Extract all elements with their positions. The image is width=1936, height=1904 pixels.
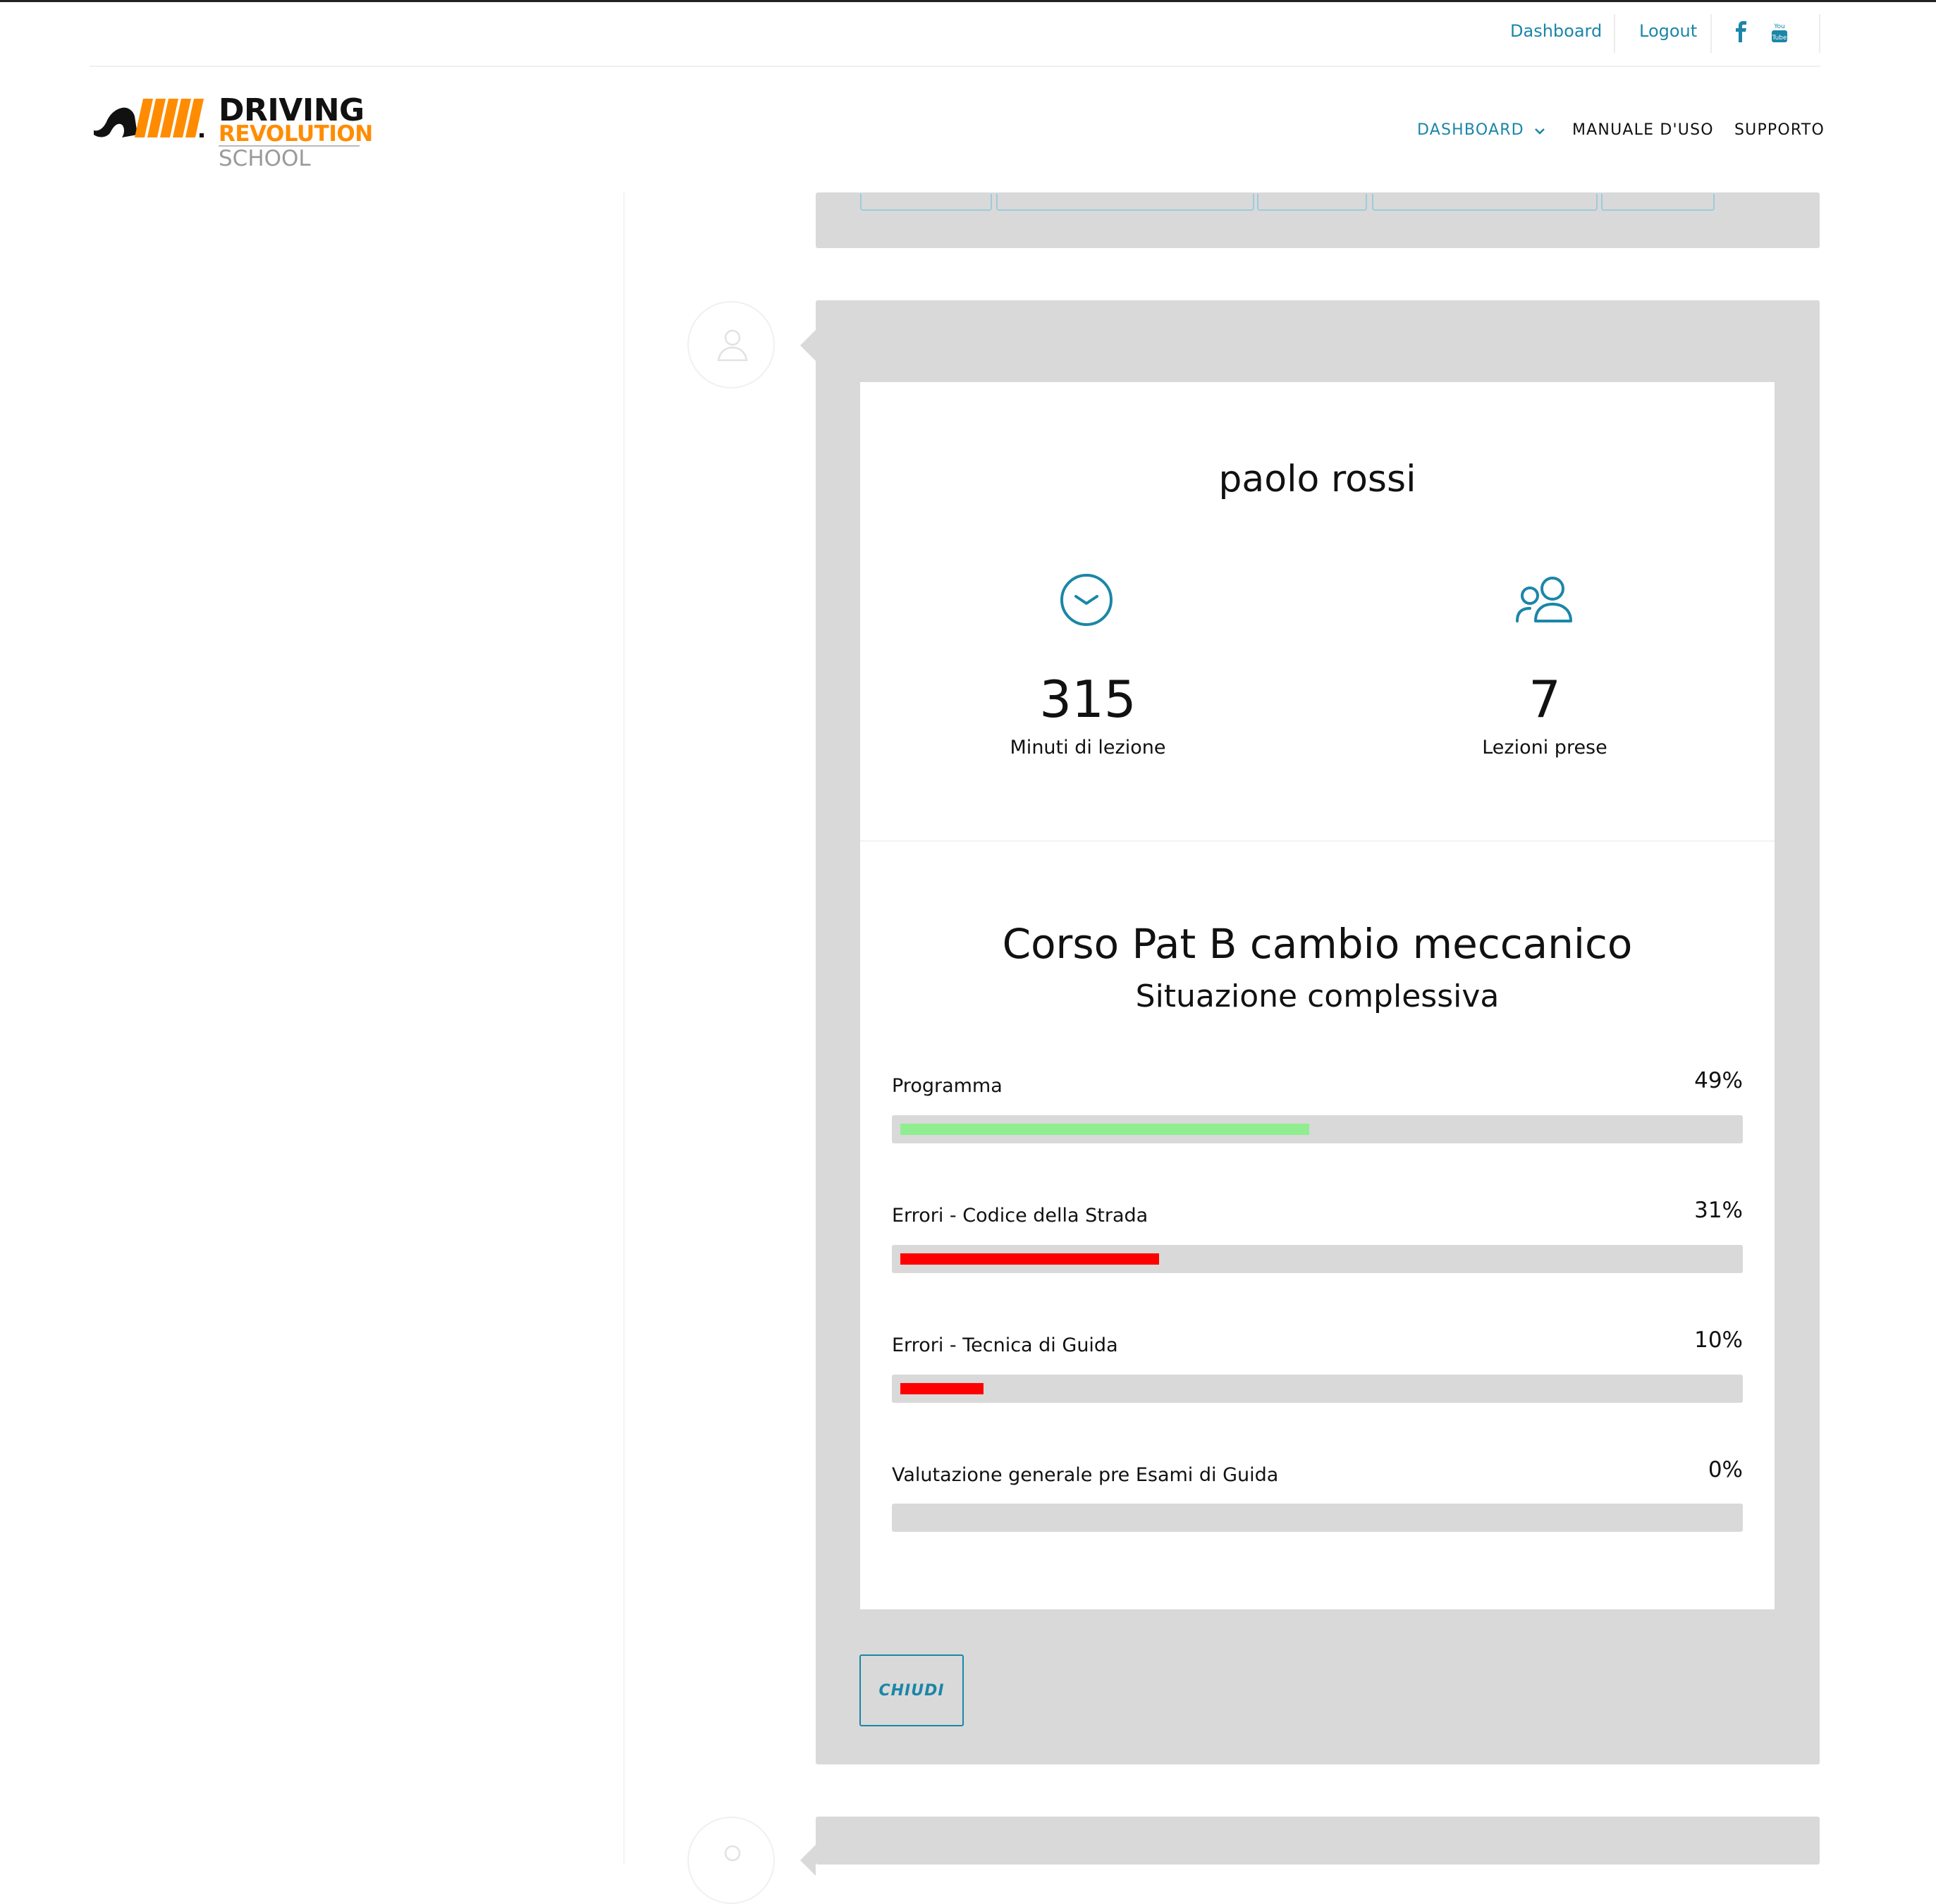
progress-label: Valutazione generale pre Esami di Guida bbox=[892, 1464, 1279, 1486]
close-button[interactable]: CHIUDI bbox=[859, 1654, 964, 1726]
logo-line3: SCHOOL bbox=[219, 146, 311, 171]
site-logo[interactable]: DRIVING REVOLUTION SCHOOL bbox=[94, 92, 373, 171]
progress-value: 10% bbox=[1694, 1327, 1743, 1353]
chevron-down-icon bbox=[1534, 122, 1545, 140]
header-divider bbox=[90, 66, 1820, 67]
panel-button-stub[interactable] bbox=[1372, 194, 1598, 211]
panel-button-stub[interactable] bbox=[1257, 194, 1367, 211]
users-icon bbox=[1516, 577, 1572, 622]
top-border bbox=[0, 0, 1936, 2]
progress-fill bbox=[900, 1124, 1309, 1135]
progress-fill bbox=[900, 1253, 1159, 1265]
progress-value: 49% bbox=[1694, 1068, 1743, 1093]
progress-value: 0% bbox=[1708, 1457, 1743, 1482]
logo-line2: REVOLUTION bbox=[219, 121, 373, 147]
progress-bar bbox=[892, 1504, 1743, 1532]
progress-value: 31% bbox=[1694, 1198, 1743, 1223]
panel-notch bbox=[800, 330, 816, 361]
panel-notch bbox=[800, 1845, 816, 1876]
progress-bar bbox=[892, 1115, 1743, 1143]
progress-label: Programma bbox=[892, 1075, 1003, 1097]
progress-fill bbox=[900, 1383, 984, 1394]
lessons-taken-label: Lezioni prese bbox=[1482, 737, 1607, 758]
avatar bbox=[687, 301, 775, 388]
progress-label: Errori - Codice della Strada bbox=[892, 1205, 1148, 1227]
panel-button-stub[interactable] bbox=[1601, 194, 1715, 211]
nav-dashboard[interactable]: DASHBOARD bbox=[1417, 121, 1545, 140]
student-name: paolo rossi bbox=[1218, 458, 1416, 500]
svg-text:Tube: Tube bbox=[1771, 35, 1787, 42]
avatar bbox=[687, 1817, 775, 1904]
course-subtitle: Situazione complessiva bbox=[1135, 978, 1500, 1014]
lesson-minutes-value: 315 bbox=[1039, 670, 1137, 729]
topbar-dashboard-link[interactable]: Dashboard bbox=[1510, 21, 1602, 41]
progress-bar bbox=[892, 1375, 1743, 1403]
progress-bar bbox=[892, 1245, 1743, 1273]
svg-text:You: You bbox=[1773, 23, 1785, 30]
clock-icon bbox=[1060, 574, 1113, 626]
course-title: Corso Pat B cambio meccanico bbox=[1002, 920, 1633, 968]
user-icon bbox=[717, 329, 748, 362]
youtube-icon[interactable]: You Tube bbox=[1771, 21, 1788, 44]
facebook-icon[interactable] bbox=[1734, 21, 1748, 42]
panel-button-stub[interactable] bbox=[996, 194, 1254, 211]
card-divider bbox=[860, 840, 1775, 842]
topbar-separator bbox=[1710, 14, 1712, 53]
lessons-taken-value: 7 bbox=[1528, 670, 1561, 729]
timeline-line bbox=[623, 192, 625, 1865]
progress-label: Errori - Tecnica di Guida bbox=[892, 1334, 1118, 1356]
logo-mark bbox=[94, 99, 204, 137]
topbar-logout-link[interactable]: Logout bbox=[1639, 21, 1697, 41]
panel-button-stub[interactable] bbox=[860, 194, 992, 211]
next-panel bbox=[816, 1817, 1820, 1865]
topbar-separator bbox=[1614, 14, 1615, 53]
nav-dashboard-label: DASHBOARD bbox=[1417, 121, 1524, 139]
topbar-separator bbox=[1819, 14, 1820, 53]
lesson-minutes-label: Minuti di lezione bbox=[1010, 737, 1166, 758]
nav-supporto[interactable]: SUPPORTO bbox=[1734, 121, 1825, 139]
user-icon bbox=[724, 1845, 741, 1862]
nav-manuale[interactable]: MANUALE D'USO bbox=[1572, 121, 1714, 139]
